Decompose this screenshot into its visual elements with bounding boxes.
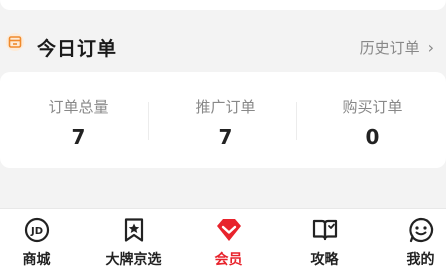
stat-label: 推广订单 [195,98,256,116]
tab-mall[interactable]: JD 商城 [0,209,81,276]
stat-label: 购买订单 [342,98,403,116]
stat-purchase-orders[interactable]: 购买订单 0 [298,96,446,149]
stat-value: 0 [365,125,380,149]
stat-total-orders[interactable]: 订单总量 7 [4,96,153,149]
stat-promoted-orders[interactable]: 推广订单 7 [151,96,300,149]
tab-member[interactable]: 会员 [184,209,273,276]
tab-guide[interactable]: 攻略 [280,209,369,276]
section-title: 今日订单 [37,38,118,60]
tab-label: 攻略 [310,252,339,268]
stat-value: 7 [71,125,86,149]
bookmark-star-icon [121,217,147,243]
history-orders-label: 历史订单 [359,39,420,57]
jd-logo-icon: JD [24,217,50,243]
history-orders-link[interactable]: 历史订单 › [360,37,434,58]
order-stats-card: 订单总量 7 推广订单 7 购买订单 0 [0,72,446,168]
diamond-icon [216,217,242,243]
divider [296,102,297,140]
tab-brand-select[interactable]: 大牌京选 [89,209,178,276]
tab-label: 大牌京选 [105,252,162,268]
tab-label: 我的 [406,252,435,268]
shop-icon [6,33,24,51]
open-book-icon [312,217,338,243]
bottom-tab-bar: JD 商城 大牌京选 会员 攻略 我的 [0,208,446,276]
chevron-right-icon: › [427,38,434,57]
tab-label: 会员 [214,252,243,268]
stat-label: 订单总量 [48,98,109,116]
top-card-edge [0,0,446,10]
tab-label: 商城 [22,252,51,268]
stat-value: 7 [218,125,233,149]
divider [148,102,149,140]
today-orders-header: 今日订单 历史订单 › [0,30,446,64]
smiley-icon [408,217,434,243]
svg-text:JD: JD [30,226,43,237]
tab-mine[interactable]: 我的 [376,209,446,276]
